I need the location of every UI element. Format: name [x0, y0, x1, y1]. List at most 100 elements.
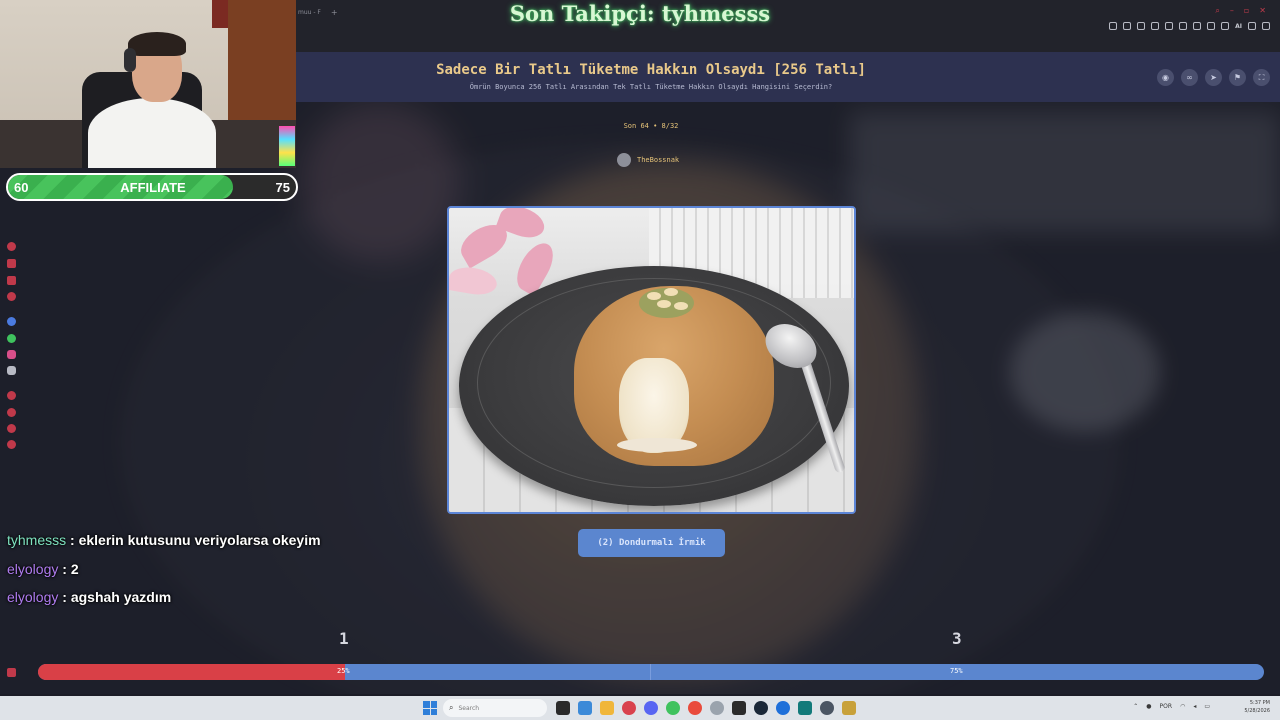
new-tab-icon[interactable]: + [331, 8, 338, 17]
extension-icon[interactable] [1262, 22, 1270, 30]
windows-start-icon[interactable] [423, 701, 437, 715]
vote-center-divider [650, 664, 651, 680]
steam-icon[interactable] [754, 701, 768, 715]
extension-icon[interactable] [1248, 22, 1256, 30]
webcam-person-hair [128, 32, 186, 56]
app-icon[interactable] [776, 701, 790, 715]
sidebar-icon[interactable] [7, 424, 16, 433]
affiliate-goal-bar: 60 AFFILIATE 75 [6, 173, 298, 201]
item-image-card[interactable] [447, 206, 856, 514]
system-tray: ⌃ ● POR ◠ ◂ ▭ [1133, 703, 1210, 710]
sidebar-icon[interactable] [7, 292, 16, 301]
wifi-icon[interactable]: ◠ [1180, 703, 1185, 710]
obs-icon[interactable] [820, 701, 834, 715]
sidebar-icon[interactable] [7, 276, 16, 285]
whatsapp-icon[interactable] [7, 334, 16, 343]
taskbar-clock[interactable]: 5:37 PM 5/28/2026 [1244, 699, 1270, 715]
extension-icon[interactable] [1151, 22, 1160, 30]
chat-username: tyhmesss [7, 532, 67, 548]
browser-sidebar [0, 230, 22, 690]
webcam-person-body [88, 98, 216, 168]
search-window-icon[interactable]: ⌕ [1215, 6, 1219, 16]
window-controls: ⌕ – ▫ ✕ [1215, 6, 1266, 16]
photo-pine-nut [674, 302, 688, 310]
discord-icon[interactable] [7, 366, 16, 375]
messenger-icon[interactable] [7, 317, 16, 326]
vote-left-fill [38, 664, 345, 680]
tab-strip: muu - F + [296, 4, 338, 20]
sidebar-icon[interactable] [7, 242, 16, 251]
page-subtitle: Ömrün Boyunca 256 Tatlı Arasından Tek Ta… [469, 83, 833, 91]
sidebar-icon[interactable] [7, 391, 16, 400]
settings-icon[interactable] [710, 701, 724, 715]
app-icon[interactable] [578, 701, 592, 715]
vote-left-percent: 25% [337, 667, 350, 675]
extensions-bar: AI [1109, 22, 1270, 30]
link-icon[interactable]: ∞ [1181, 69, 1198, 86]
extension-icon[interactable] [1137, 22, 1146, 30]
ai-button[interactable]: AI [1235, 23, 1242, 30]
discord-icon[interactable] [644, 701, 658, 715]
eye-icon[interactable]: ◉ [1157, 69, 1174, 86]
chat-username: elyology [7, 589, 59, 605]
vote-bar: 25% 75% [38, 664, 1264, 680]
extension-icon[interactable] [1193, 22, 1202, 30]
maximize-icon[interactable]: ▫ [1244, 6, 1249, 16]
webcam-feed [0, 0, 296, 168]
chat-username: elyology [7, 560, 59, 577]
whatsapp-icon[interactable] [666, 701, 680, 715]
battery-icon[interactable]: ▭ [1204, 703, 1210, 710]
webcam-headset [124, 48, 136, 72]
chat-text: : 2 [58, 560, 79, 577]
close-window-icon[interactable]: ✕ [1259, 6, 1266, 16]
fullscreen-icon[interactable]: ⛶ [1253, 69, 1270, 86]
vote-option-left-label: 1 [339, 629, 349, 648]
sidebar-icon[interactable] [7, 259, 16, 268]
volume-icon[interactable]: ◂ [1193, 703, 1196, 710]
app-icon[interactable] [842, 701, 856, 715]
opera-icon[interactable] [622, 701, 636, 715]
app-icon[interactable] [798, 701, 812, 715]
photo-pine-nut [647, 292, 661, 300]
browser-tab[interactable]: muu - F [296, 9, 321, 16]
clock-date: 5/28/2026 [1244, 708, 1270, 714]
header-actions: ◉ ∞ ➤ ⚑ ⛶ [1157, 69, 1270, 86]
site-header: Sadece Bir Tatlı Tüketme Hakkın Olsaydı … [296, 52, 1280, 102]
app-icon[interactable] [732, 701, 746, 715]
extension-icon[interactable] [1123, 22, 1132, 30]
taskbar-apps [556, 701, 856, 715]
app-icon[interactable] [688, 701, 702, 715]
clock-time: 5:37 PM [1249, 700, 1270, 706]
avatar [617, 153, 631, 167]
chat-text: : eklerin kutusunu veriyolarsa okeyim [66, 532, 321, 548]
photo-pine-nut [657, 300, 671, 308]
flag-icon[interactable]: ⚑ [1229, 69, 1246, 86]
affiliate-goal: 75 [275, 180, 290, 195]
extension-icon[interactable] [1109, 22, 1118, 30]
language-indicator[interactable]: POR [1160, 703, 1173, 710]
browser-top-bar: muu - F + ⌕ – ▫ ✕ AI [296, 0, 1280, 52]
choice-button[interactable]: (2) Dondurmalı İrmik [578, 529, 725, 557]
extension-icon[interactable] [1207, 22, 1216, 30]
instagram-icon[interactable] [7, 350, 16, 359]
webcam-rgb-light [279, 126, 295, 166]
chat-text: : agshah yazdım [58, 589, 172, 605]
task-view-icon[interactable] [556, 701, 570, 715]
photo-cream-pool [617, 438, 697, 452]
sidebar-icon[interactable] [7, 408, 16, 417]
taskbar-search[interactable]: ⌕ Search [443, 699, 547, 717]
file-explorer-icon[interactable] [600, 701, 614, 715]
send-icon[interactable]: ➤ [1205, 69, 1222, 86]
extension-icon[interactable] [1165, 22, 1174, 30]
photo-pine-nut [664, 288, 678, 296]
extension-icon[interactable] [1221, 22, 1230, 30]
creator[interactable]: TheBossnak [617, 153, 679, 167]
sidebar-icon[interactable] [7, 440, 16, 449]
creator-name: TheBossnak [637, 156, 680, 164]
microphone-icon[interactable]: ● [1146, 703, 1151, 710]
extension-icon[interactable] [1179, 22, 1188, 30]
affiliate-label: AFFILIATE [120, 180, 186, 195]
sidebar-icon[interactable] [7, 668, 16, 677]
minimize-icon[interactable]: – [1230, 6, 1234, 16]
chevron-up-icon[interactable]: ⌃ [1133, 703, 1138, 710]
